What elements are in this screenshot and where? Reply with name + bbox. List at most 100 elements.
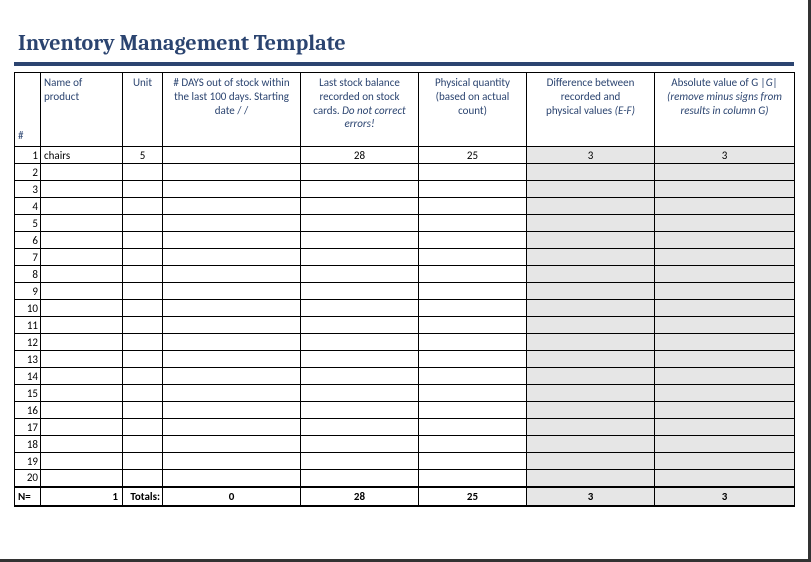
cell-bal[interactable] — [301, 470, 419, 487]
cell-name[interactable] — [41, 436, 123, 453]
cell-name[interactable] — [41, 402, 123, 419]
cell-phys[interactable] — [419, 334, 527, 351]
cell-days[interactable] — [163, 419, 301, 436]
cell-unit[interactable] — [123, 470, 163, 487]
cell-days[interactable] — [163, 283, 301, 300]
cell-bal[interactable] — [301, 317, 419, 334]
cell-bal[interactable] — [301, 334, 419, 351]
cell-days[interactable] — [163, 249, 301, 266]
cell-name[interactable] — [41, 249, 123, 266]
cell-unit[interactable] — [123, 351, 163, 368]
cell-days[interactable] — [163, 453, 301, 470]
cell-bal[interactable] — [301, 453, 419, 470]
cell-phys[interactable] — [419, 453, 527, 470]
cell-phys[interactable] — [419, 249, 527, 266]
cell-unit[interactable] — [123, 453, 163, 470]
cell-bal[interactable] — [301, 436, 419, 453]
cell-unit[interactable] — [123, 300, 163, 317]
cell-unit[interactable] — [123, 283, 163, 300]
cell-days[interactable] — [163, 266, 301, 283]
cell-phys[interactable] — [419, 181, 527, 198]
cell-name[interactable] — [41, 198, 123, 215]
cell-phys[interactable] — [419, 351, 527, 368]
cell-bal[interactable] — [301, 385, 419, 402]
cell-days[interactable] — [163, 402, 301, 419]
cell-phys[interactable] — [419, 470, 527, 487]
cell-name[interactable] — [41, 232, 123, 249]
cell-bal[interactable] — [301, 215, 419, 232]
cell-bal[interactable] — [301, 419, 419, 436]
cell-name[interactable] — [41, 385, 123, 402]
cell-days[interactable] — [163, 385, 301, 402]
cell-unit[interactable] — [123, 385, 163, 402]
cell-name[interactable] — [41, 368, 123, 385]
cell-bal[interactable] — [301, 283, 419, 300]
cell-bal[interactable] — [301, 368, 419, 385]
cell-unit[interactable] — [123, 266, 163, 283]
cell-unit[interactable] — [123, 164, 163, 181]
cell-phys[interactable]: 25 — [419, 147, 527, 164]
cell-unit[interactable] — [123, 419, 163, 436]
cell-unit[interactable] — [123, 402, 163, 419]
cell-bal[interactable] — [301, 232, 419, 249]
cell-phys[interactable] — [419, 419, 527, 436]
cell-name[interactable] — [41, 266, 123, 283]
cell-phys[interactable] — [419, 215, 527, 232]
cell-phys[interactable] — [419, 266, 527, 283]
cell-name[interactable] — [41, 181, 123, 198]
cell-days[interactable] — [163, 436, 301, 453]
cell-days[interactable] — [163, 164, 301, 181]
cell-bal[interactable] — [301, 351, 419, 368]
cell-name[interactable] — [41, 300, 123, 317]
cell-phys[interactable] — [419, 283, 527, 300]
cell-name[interactable] — [41, 164, 123, 181]
cell-name[interactable]: chairs — [41, 147, 123, 164]
cell-bal[interactable] — [301, 402, 419, 419]
cell-days[interactable] — [163, 351, 301, 368]
cell-unit[interactable] — [123, 198, 163, 215]
cell-days[interactable] — [163, 147, 301, 164]
cell-name[interactable] — [41, 215, 123, 232]
cell-phys[interactable] — [419, 164, 527, 181]
cell-days[interactable] — [163, 334, 301, 351]
cell-name[interactable] — [41, 317, 123, 334]
cell-days[interactable] — [163, 368, 301, 385]
cell-bal[interactable]: 28 — [301, 147, 419, 164]
cell-days[interactable] — [163, 181, 301, 198]
cell-name[interactable] — [41, 419, 123, 436]
cell-unit[interactable] — [123, 181, 163, 198]
cell-unit[interactable] — [123, 368, 163, 385]
cell-unit[interactable] — [123, 334, 163, 351]
cell-bal[interactable] — [301, 300, 419, 317]
cell-unit[interactable] — [123, 232, 163, 249]
cell-phys[interactable] — [419, 368, 527, 385]
cell-days[interactable] — [163, 232, 301, 249]
cell-phys[interactable] — [419, 317, 527, 334]
cell-phys[interactable] — [419, 300, 527, 317]
cell-bal[interactable] — [301, 198, 419, 215]
cell-days[interactable] — [163, 198, 301, 215]
cell-unit[interactable] — [123, 436, 163, 453]
cell-days[interactable] — [163, 215, 301, 232]
cell-name[interactable] — [41, 453, 123, 470]
cell-name[interactable] — [41, 334, 123, 351]
cell-days[interactable] — [163, 317, 301, 334]
cell-unit[interactable] — [123, 249, 163, 266]
cell-days[interactable] — [163, 300, 301, 317]
cell-bal[interactable] — [301, 181, 419, 198]
cell-phys[interactable] — [419, 402, 527, 419]
cell-bal[interactable] — [301, 249, 419, 266]
cell-bal[interactable] — [301, 164, 419, 181]
cell-phys[interactable] — [419, 385, 527, 402]
cell-unit[interactable] — [123, 317, 163, 334]
cell-name[interactable] — [41, 283, 123, 300]
cell-days[interactable] — [163, 470, 301, 487]
cell-bal[interactable] — [301, 266, 419, 283]
cell-phys[interactable] — [419, 198, 527, 215]
cell-name[interactable] — [41, 470, 123, 487]
cell-name[interactable] — [41, 351, 123, 368]
cell-unit[interactable] — [123, 215, 163, 232]
cell-phys[interactable] — [419, 232, 527, 249]
cell-unit[interactable]: 5 — [123, 147, 163, 164]
cell-phys[interactable] — [419, 436, 527, 453]
